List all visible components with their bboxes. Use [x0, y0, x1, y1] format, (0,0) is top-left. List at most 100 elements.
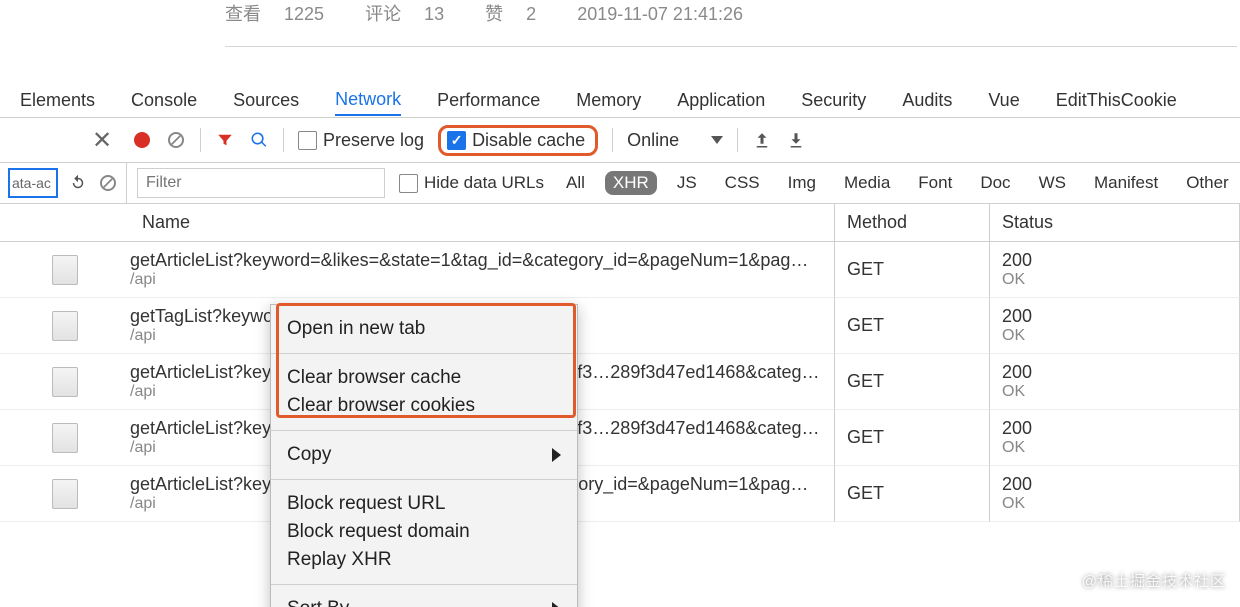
tab-security[interactable]: Security — [801, 86, 866, 115]
row-status-cell[interactable]: 200OK — [990, 298, 1240, 354]
highlight-disable-cache: ✓ Disable cache — [438, 125, 598, 156]
divider — [225, 46, 1237, 47]
request-name: getArticleList?keyword=&likes=&state=1&t… — [130, 250, 822, 271]
row-status-cell[interactable]: 200OK — [990, 242, 1240, 298]
checkbox-icon — [298, 131, 317, 150]
col-header-name[interactable]: Name — [130, 204, 835, 242]
search-input[interactable] — [8, 168, 58, 198]
row-method-cell[interactable]: GET — [835, 410, 990, 466]
devtools-tabs: Elements Console Sources Network Performance… — [0, 83, 1240, 118]
row-method-cell[interactable]: GET — [835, 354, 990, 410]
chevron-down-icon — [711, 136, 723, 144]
status-text: OK — [1002, 271, 1227, 289]
checkbox-icon — [399, 174, 418, 193]
filter-bar-left — [0, 163, 127, 203]
throttling-select[interactable]: Online — [627, 130, 723, 151]
row-method-cell[interactable]: GET — [835, 466, 990, 522]
type-pill-font[interactable]: Font — [910, 171, 960, 195]
tab-audits[interactable]: Audits — [902, 86, 952, 115]
row-name-cell[interactable]: getArticleList?keyword=&likes=&state=1&t… — [130, 242, 835, 298]
type-pill-media[interactable]: Media — [836, 171, 898, 195]
type-pill-doc[interactable]: Doc — [972, 171, 1018, 195]
ctx-block-domain[interactable]: Block request domain — [287, 518, 561, 546]
clear-icon[interactable] — [166, 130, 186, 150]
type-pill-all[interactable]: All — [558, 171, 593, 195]
close-icon[interactable]: ✕ — [92, 118, 112, 162]
filter-icon[interactable] — [215, 130, 235, 150]
ctx-block-url[interactable]: Block request URL — [287, 490, 561, 518]
preserve-log-label: Preserve log — [323, 130, 424, 151]
context-menu: Open in new tab Clear browser cache Clea… — [270, 304, 578, 607]
row-icon-cell[interactable] — [0, 354, 130, 410]
document-icon — [52, 311, 78, 341]
ctx-clear-cookies[interactable]: Clear browser cookies — [287, 392, 561, 420]
type-pill-manifest[interactable]: Manifest — [1086, 171, 1166, 195]
tab-elements[interactable]: Elements — [20, 86, 95, 115]
row-status-cell[interactable]: 200OK — [990, 466, 1240, 522]
type-pill-xhr[interactable]: XHR — [605, 171, 657, 195]
row-icon-cell[interactable] — [0, 242, 130, 298]
status-text: OK — [1002, 327, 1227, 345]
tab-sources[interactable]: Sources — [233, 86, 299, 115]
document-icon — [52, 479, 78, 509]
reload-icon[interactable] — [68, 173, 88, 193]
status-code: 200 — [1002, 362, 1227, 383]
row-method-cell[interactable]: GET — [835, 242, 990, 298]
type-pill-js[interactable]: JS — [669, 171, 705, 195]
hide-data-urls-checkbox[interactable]: Hide data URLs — [399, 173, 544, 193]
disable-cache-checkbox[interactable]: ✓ Disable cache — [447, 130, 585, 151]
record-icon[interactable] — [132, 130, 152, 150]
filter-input[interactable] — [137, 168, 385, 198]
col-header-method[interactable]: Method — [835, 204, 990, 242]
col-header-icon[interactable] — [0, 204, 130, 242]
row-status-cell[interactable]: 200OK — [990, 354, 1240, 410]
row-method-cell[interactable]: GET — [835, 298, 990, 354]
document-icon — [52, 367, 78, 397]
separator — [200, 128, 201, 152]
chevron-right-icon — [552, 602, 561, 607]
download-icon[interactable] — [786, 130, 806, 150]
preserve-log-checkbox[interactable]: Preserve log — [298, 130, 424, 151]
status-text: OK — [1002, 495, 1227, 513]
tab-memory[interactable]: Memory — [576, 86, 641, 115]
status-code: 200 — [1002, 250, 1227, 271]
type-pill-css[interactable]: CSS — [717, 171, 768, 195]
ctx-copy[interactable]: Copy — [287, 441, 561, 469]
throttling-label: Online — [627, 130, 679, 151]
ctx-sort-by[interactable]: Sort By — [287, 595, 561, 607]
requests-table: Name Method Status getArticleList?keywor… — [0, 204, 1240, 522]
status-code: 200 — [1002, 418, 1227, 439]
tab-editthiscookie[interactable]: EditThisCookie — [1056, 86, 1177, 115]
request-path: /api — [130, 271, 822, 289]
row-status-cell[interactable]: 200OK — [990, 410, 1240, 466]
clear-icon[interactable] — [98, 173, 118, 193]
tab-application[interactable]: Application — [677, 86, 765, 115]
col-header-status[interactable]: Status — [990, 204, 1240, 242]
checkbox-checked-icon: ✓ — [447, 131, 466, 150]
search-icon[interactable] — [249, 130, 269, 150]
document-icon — [52, 423, 78, 453]
upload-icon[interactable] — [752, 130, 772, 150]
type-pill-img[interactable]: Img — [780, 171, 824, 195]
separator — [612, 128, 613, 152]
chevron-right-icon — [552, 448, 561, 462]
ctx-replay-xhr[interactable]: Replay XHR — [287, 546, 561, 574]
type-pill-other[interactable]: Other — [1178, 171, 1237, 195]
row-icon-cell[interactable] — [0, 466, 130, 522]
status-code: 200 — [1002, 306, 1227, 327]
type-pill-ws[interactable]: WS — [1031, 171, 1074, 195]
row-icon-cell[interactable] — [0, 410, 130, 466]
tab-console[interactable]: Console — [131, 86, 197, 115]
document-icon — [52, 255, 78, 285]
row-icon-cell[interactable] — [0, 298, 130, 354]
tab-network[interactable]: Network — [335, 85, 401, 116]
ctx-clear-cache[interactable]: Clear browser cache — [287, 364, 561, 392]
ctx-open-new-tab[interactable]: Open in new tab — [287, 315, 561, 343]
separator — [283, 128, 284, 152]
status-text: OK — [1002, 383, 1227, 401]
tab-vue[interactable]: Vue — [988, 86, 1019, 115]
filter-bar-main: Hide data URLs All XHR JS CSS Img Media Font Do… — [127, 163, 1240, 203]
disable-cache-label: Disable cache — [472, 130, 585, 151]
tab-performance[interactable]: Performance — [437, 86, 540, 115]
hide-data-urls-label: Hide data URLs — [424, 173, 544, 193]
